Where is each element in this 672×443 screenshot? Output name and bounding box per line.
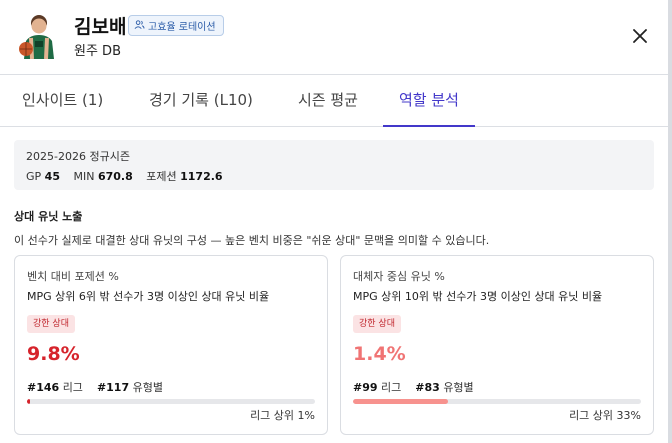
tab-season-avg[interactable]: 시즌 평균 — [298, 75, 358, 127]
section-title: 상대 유닛 노출 — [14, 210, 83, 223]
tab-role-analysis[interactable]: 역할 분석 — [383, 75, 475, 127]
league-rank-label: 리그 — [381, 381, 402, 394]
section-description: 이 선수가 실제로 대결한 상대 유닛의 구성 — 높은 벤치 비중은 "쉬운 … — [14, 234, 490, 247]
strength-tag: 강한 상대 — [27, 315, 75, 333]
percentile-label: 리그 상위 1% — [250, 409, 315, 422]
close-icon — [633, 29, 647, 43]
min-value: 670.8 — [97, 170, 133, 183]
min-label: MIN — [73, 170, 95, 183]
tab-bar: 인사이트 (1) 경기 기록 (L10) 시즌 평균 역할 분석 — [0, 74, 668, 127]
strength-tag: 강한 상대 — [353, 315, 401, 333]
type-rank-label: 유형별 — [132, 381, 163, 394]
tab-insights[interactable]: 인사이트 (1) — [22, 75, 103, 127]
player-avatar — [16, 11, 62, 59]
close-button[interactable] — [628, 24, 652, 48]
metric-ranks: #146 리그 #117 유형별 — [27, 379, 163, 395]
gp-label: GP — [26, 170, 42, 183]
type-rank-label: 유형별 — [443, 381, 474, 394]
possession-label: 포제션 — [146, 170, 177, 183]
role-badge-label: 고효율 로테이션 — [148, 22, 216, 33]
metric-card-bench: 벤치 대비 포제션 % MPG 상위 6위 밖 선수가 3명 이상인 상대 유닛… — [14, 255, 328, 435]
player-detail-panel: 김보배 고효율 로테이션 원주 DB 인사이트 (1) 경기 기록 (L10) … — [0, 0, 668, 443]
percentile-fill — [353, 399, 449, 404]
league-rank-label: 리그 — [62, 381, 83, 394]
metric-card-replacement: 대체자 중심 유닛 % MPG 상위 10위 밖 선수가 3명 이상인 상대 유… — [340, 255, 654, 435]
player-name: 김보배 — [74, 16, 127, 38]
team-name: 원주 DB — [74, 44, 121, 59]
possession-value: 1172.6 — [180, 170, 223, 183]
percentile-bar — [27, 399, 315, 404]
scrollbar-track[interactable] — [668, 0, 672, 443]
panel-header: 김보배 고효율 로테이션 원주 DB — [0, 0, 668, 74]
season-stats: GP 45 MIN 670.8 포제션 1172.6 — [26, 168, 223, 184]
percentile-bar — [353, 399, 641, 404]
season-title: 2025-2026 정규시즌 — [26, 150, 130, 163]
metric-title: 벤치 대비 포제션 % — [27, 270, 119, 283]
tab-game-log[interactable]: 경기 기록 (L10) — [149, 75, 253, 127]
metric-ranks: #99 리그 #83 유형별 — [353, 379, 474, 395]
users-icon — [134, 19, 145, 33]
type-rank: #117 — [96, 381, 130, 394]
metric-percent: 1.4% — [353, 343, 406, 365]
gp-value: 45 — [44, 170, 60, 183]
season-summary: 2025-2026 정규시즌 GP 45 MIN 670.8 포제션 1172.… — [14, 140, 654, 190]
role-badge: 고효율 로테이션 — [128, 15, 224, 36]
league-rank: #99 — [353, 381, 378, 394]
metric-description: MPG 상위 10위 밖 선수가 3명 이상인 상대 유닛 비율 — [353, 290, 603, 303]
metric-description: MPG 상위 6위 밖 선수가 3명 이상인 상대 유닛 비율 — [27, 290, 270, 303]
metric-percent: 9.8% — [27, 343, 80, 365]
percentile-label: 리그 상위 33% — [569, 409, 641, 422]
league-rank: #146 — [27, 381, 60, 394]
percentile-fill — [27, 399, 30, 404]
type-rank: #83 — [415, 381, 440, 394]
metric-title: 대체자 중심 유닛 % — [353, 270, 445, 283]
